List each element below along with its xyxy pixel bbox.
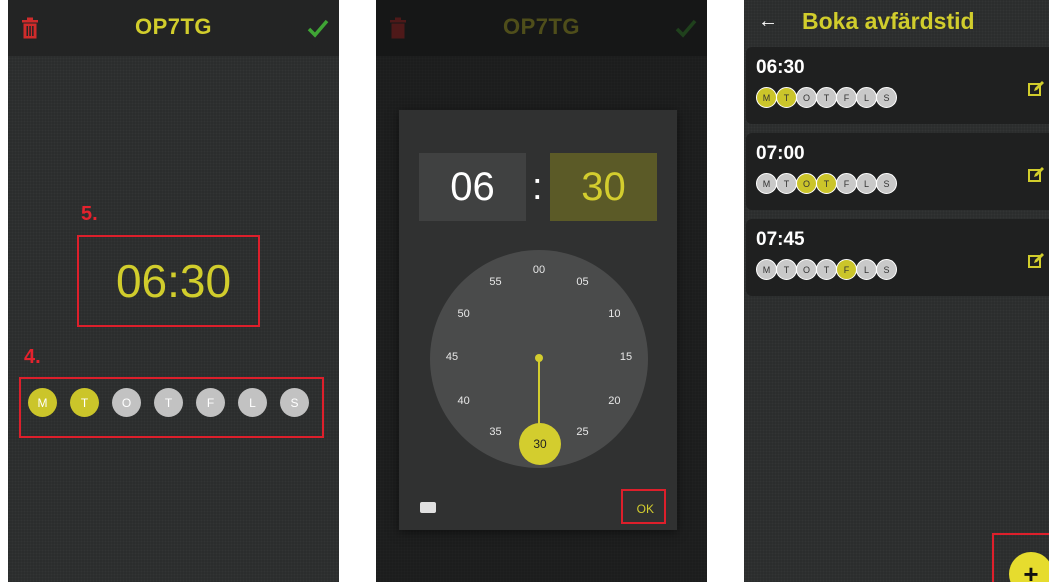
time-separator: : (532, 166, 543, 208)
booking-weekdays: MTOTFLS (756, 259, 897, 280)
hour-field[interactable]: 06 (419, 153, 526, 221)
weekday-0[interactable]: M (28, 388, 57, 417)
keyboard-icon[interactable] (420, 502, 436, 513)
booking-weekday: L (856, 259, 877, 280)
booking-weekday: T (776, 259, 797, 280)
booking-card[interactable]: 07:45 M T O T F L S (746, 219, 1049, 296)
schedule-edit-screen: OP7TG 5. 06:30 4. MTOTFLS (8, 0, 339, 582)
weekday-6[interactable]: S (280, 388, 309, 417)
dial-number[interactable]: 35 (484, 426, 508, 442)
top-bar: OP7TG (8, 0, 339, 56)
booking-weekday: L (856, 87, 877, 108)
booking-card[interactable]: 06:30 M T O T F L S (746, 47, 1049, 124)
dial-number[interactable]: 20 (602, 395, 626, 411)
dial-number[interactable]: 10 (602, 308, 626, 324)
booking-weekday: T (776, 173, 797, 194)
marker-4: 4. (24, 346, 41, 368)
vehicle-title: OP7TG (134, 14, 213, 39)
booking-weekday: F (836, 87, 857, 108)
departure-time[interactable]: 06:30 (8, 254, 339, 308)
booking-weekday: M (756, 259, 777, 280)
booking-weekday: M (756, 173, 777, 194)
booking-time: 07:00 (756, 143, 805, 164)
dial-pivot (535, 354, 543, 362)
dial-number[interactable]: 45 (440, 351, 464, 367)
dial-number[interactable]: 00 (527, 264, 551, 280)
weekday-3[interactable]: T (154, 388, 183, 417)
edit-icon[interactable] (1028, 167, 1044, 183)
booking-weekday: T (816, 87, 837, 108)
minute-dial[interactable]: 30 00 05 10 15 20 25 35 40 45 50 55 (430, 250, 648, 468)
booking-weekdays: MTOTFLS (756, 173, 897, 194)
marker-5: 5. (81, 203, 98, 225)
time-picker-dialog: 06 : 30 30 00 05 10 15 20 25 35 40 45 50 55 OK (399, 110, 677, 530)
check-icon[interactable] (307, 18, 329, 38)
booking-time: 07:45 (756, 229, 805, 250)
selected-minute[interactable]: 30 (519, 423, 561, 465)
minute-field[interactable]: 30 (550, 153, 657, 221)
dial-number[interactable]: 25 (571, 426, 595, 442)
booking-weekdays: MTOTFLS (756, 87, 897, 108)
booking-weekday: T (816, 259, 837, 280)
booking-list-screen: ← Boka avfärdstid 06:30 M T O T F L S 07:00 M T O T F… (744, 0, 1049, 582)
weekday-1[interactable]: T (70, 388, 99, 417)
back-arrow-icon[interactable]: ← (758, 10, 778, 33)
booking-weekday: O (796, 259, 817, 280)
dial-number[interactable]: 50 (452, 308, 476, 324)
weekday-5[interactable]: L (238, 388, 267, 417)
dial-number[interactable]: 40 (452, 395, 476, 411)
booking-weekday: O (796, 173, 817, 194)
edit-icon[interactable] (1028, 253, 1044, 269)
weekday-2[interactable]: O (112, 388, 141, 417)
booking-weekday: L (856, 173, 877, 194)
booking-weekday: F (836, 173, 857, 194)
dial-number[interactable]: 05 (571, 276, 595, 292)
dial-number[interactable]: 15 (614, 351, 638, 367)
edit-icon[interactable] (1028, 81, 1044, 97)
booking-weekday: S (876, 87, 897, 108)
weekday-4[interactable]: F (196, 388, 225, 417)
booking-weekday: S (876, 173, 897, 194)
booking-weekday: F (836, 259, 857, 280)
booking-weekday: T (776, 87, 797, 108)
booking-card[interactable]: 07:00 M T O T F L S (746, 133, 1049, 210)
page-title: Boka avfärdstid (802, 8, 975, 34)
booking-weekday: O (796, 87, 817, 108)
booking-weekday: S (876, 259, 897, 280)
weekday-selector: MTOTFLS (28, 388, 309, 417)
ok-button[interactable]: OK (637, 502, 654, 516)
booking-weekday: T (816, 173, 837, 194)
time-picker-screen: OP7TG 06 : 30 30 00 05 10 15 20 25 35 40 45 50 55 … (376, 0, 707, 582)
booking-weekday: M (756, 87, 777, 108)
dial-number[interactable]: 55 (484, 276, 508, 292)
booking-time: 06:30 (756, 57, 805, 78)
